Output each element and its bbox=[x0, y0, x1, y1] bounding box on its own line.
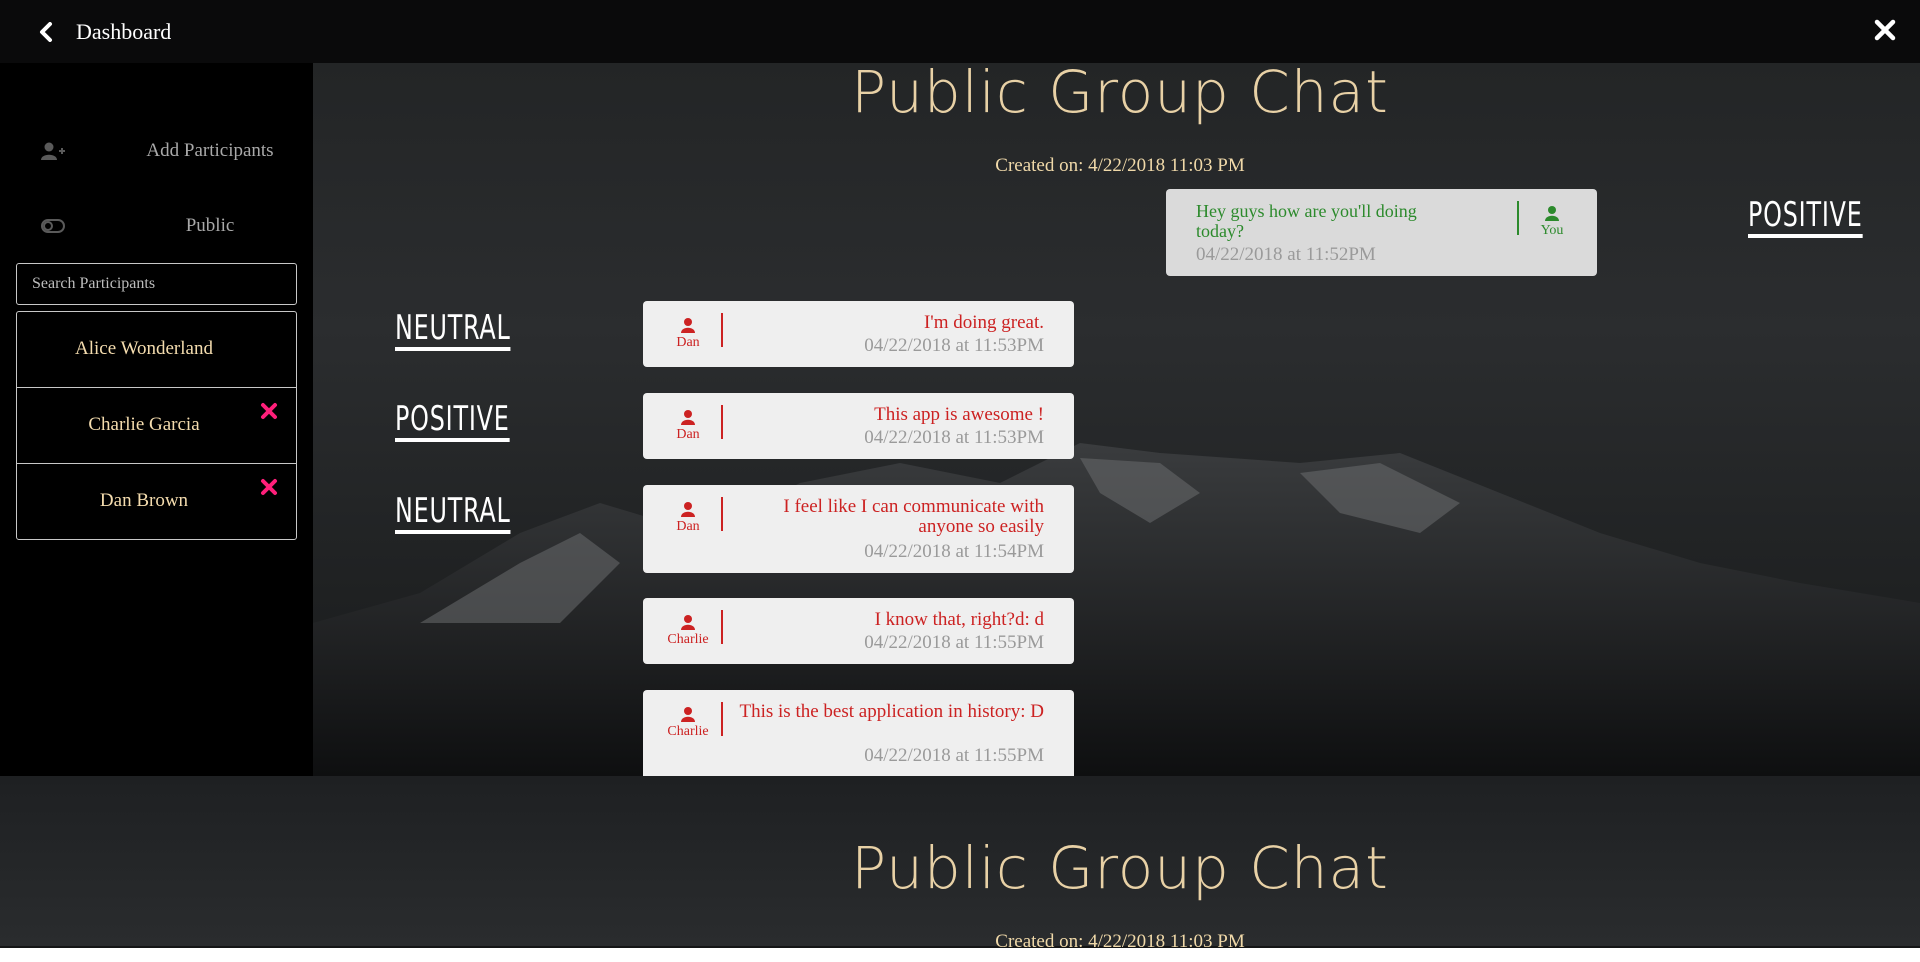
message-time: 04/22/2018 at 11:53PM bbox=[864, 427, 1044, 448]
participant-name: Alice Wonderland bbox=[75, 338, 213, 359]
sentiment-label: NEUTRAL bbox=[395, 493, 511, 534]
sentiment-label: POSITIVE bbox=[1748, 197, 1863, 238]
participant-list: Alice Wonderland Charlie Garcia Dan Brow… bbox=[16, 311, 297, 540]
user-icon bbox=[1545, 206, 1559, 221]
message-sender: Charlie bbox=[661, 614, 715, 648]
user-plus-icon bbox=[41, 142, 65, 160]
message-text: This app is awesome ! bbox=[874, 404, 1044, 425]
chat-message: Charlie This is the best application in … bbox=[643, 690, 1074, 776]
message-text: Hey guys how are you'll doing today? bbox=[1196, 201, 1417, 241]
remove-x-icon[interactable] bbox=[260, 478, 278, 496]
visibility-label: Public bbox=[185, 215, 235, 236]
footer-chat-title: Public Group Chat bbox=[851, 834, 1389, 902]
sender-name: Dan bbox=[676, 335, 700, 350]
sender-name: Dan bbox=[676, 427, 700, 442]
user-icon bbox=[681, 410, 695, 425]
message-time: 04/22/2018 at 11:52PM bbox=[1196, 244, 1376, 265]
chat-created-date: Created on: 4/22/2018 11:03 PM bbox=[995, 155, 1245, 176]
message-divider bbox=[721, 405, 723, 439]
message-sender: You bbox=[1525, 205, 1579, 239]
sentiment-label: POSITIVE bbox=[395, 401, 510, 442]
message-sender: Charlie bbox=[661, 706, 715, 740]
message-time: 04/22/2018 at 11:54PM bbox=[864, 541, 1044, 562]
message-time: 04/22/2018 at 11:55PM bbox=[864, 745, 1044, 766]
user-icon bbox=[681, 707, 695, 722]
top-bar: Dashboard bbox=[0, 0, 1920, 63]
message-text: I feel like I can communicate with anyon… bbox=[783, 496, 1044, 537]
user-icon bbox=[681, 615, 695, 630]
remove-x-icon[interactable] bbox=[260, 402, 278, 420]
chat-message: Dan I feel like I can communicate with a… bbox=[643, 485, 1074, 573]
message-sender: Dan bbox=[661, 501, 715, 535]
message-divider bbox=[721, 610, 723, 644]
message-text: This is the best application in history:… bbox=[739, 701, 1045, 722]
chat-message: Dan I'm doing great. 04/22/2018 at 11:53… bbox=[643, 301, 1074, 367]
footer-created-date: Created on: 4/22/2018 11:03 PM bbox=[995, 931, 1245, 948]
participant-item[interactable]: Dan Brown bbox=[17, 464, 296, 540]
message-divider bbox=[721, 313, 723, 347]
sender-name: Charlie bbox=[667, 724, 709, 739]
sender-name: Dan bbox=[676, 519, 700, 534]
sender-name: You bbox=[1540, 223, 1564, 238]
own-message: Hey guys how are you'll doing today? 04/… bbox=[1166, 189, 1597, 276]
message-divider bbox=[721, 497, 723, 531]
chat-message: Dan This app is awesome ! 04/22/2018 at … bbox=[643, 393, 1074, 459]
message-time: 04/22/2018 at 11:53PM bbox=[864, 335, 1044, 356]
message-time: 04/22/2018 at 11:55PM bbox=[864, 632, 1044, 653]
participant-item[interactable]: Charlie Garcia bbox=[17, 388, 296, 464]
sentiment-label: NEUTRAL bbox=[395, 310, 511, 351]
message-text: I'm doing great. bbox=[923, 312, 1044, 333]
message-sender: Dan bbox=[661, 317, 715, 351]
chevron-left-icon bbox=[40, 22, 52, 42]
participant-name: Charlie Garcia bbox=[88, 414, 200, 435]
chat-message: Charlie I know that, right?d: d 04/22/20… bbox=[643, 598, 1074, 664]
bottom-strip bbox=[0, 948, 1920, 962]
chat-title: Public Group Chat bbox=[851, 58, 1389, 126]
participant-name: Dan Brown bbox=[99, 490, 189, 511]
toggle-icon bbox=[41, 219, 65, 233]
back-label: Dashboard bbox=[76, 19, 172, 44]
search-participants-input[interactable] bbox=[16, 263, 297, 305]
sender-name: Charlie bbox=[667, 632, 709, 647]
participant-item[interactable]: Alice Wonderland bbox=[17, 312, 296, 388]
close-icon[interactable] bbox=[1872, 17, 1898, 43]
message-divider bbox=[721, 702, 723, 736]
visibility-toggle[interactable]: Public bbox=[0, 201, 313, 251]
message-divider bbox=[1517, 201, 1519, 235]
user-icon bbox=[681, 502, 695, 517]
message-text: I know that, right?d: d bbox=[874, 609, 1044, 630]
back-to-dashboard-button[interactable]: Dashboard bbox=[38, 19, 178, 44]
user-icon bbox=[681, 318, 695, 333]
message-sender: Dan bbox=[661, 409, 715, 443]
